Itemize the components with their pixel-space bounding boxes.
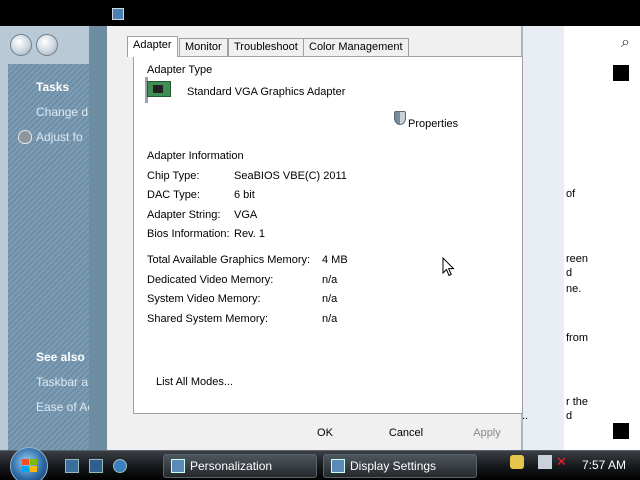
taskbar-item-label: Display Settings xyxy=(350,459,437,473)
ok-button[interactable]: OK xyxy=(288,424,362,442)
volume-muted-icon[interactable]: ✕ xyxy=(556,455,570,469)
bios-info-value: Rev. 1 xyxy=(234,228,265,240)
change-link[interactable]: Change d xyxy=(36,105,88,119)
uac-shield-icon xyxy=(394,111,406,125)
dedicated-memory-label: Dedicated Video Memory: xyxy=(147,274,274,286)
bios-info-label: Bios Information: xyxy=(147,228,230,240)
app-icon[interactable] xyxy=(112,8,124,20)
apply-button[interactable]: Apply xyxy=(450,424,524,442)
taskbar-item-personalization[interactable]: Personalization xyxy=(163,454,317,478)
list-all-modes-button[interactable]: List All Modes... xyxy=(156,376,233,388)
text-fragment: d xyxy=(566,410,573,422)
internet-explorer-icon[interactable] xyxy=(113,459,127,473)
taskbar-item-label: Personalization xyxy=(190,459,273,473)
taskbar: Personalization Display Settings ✕ 7:57 … xyxy=(0,447,640,480)
display-settings-icon xyxy=(331,459,345,473)
adapter-string-label: Adapter String: xyxy=(147,209,221,221)
cancel-button[interactable]: Cancel xyxy=(369,424,443,442)
adjust-link[interactable]: Adjust fo xyxy=(36,130,83,144)
see-also-title: See also xyxy=(36,350,85,364)
ease-of-access-link[interactable]: Ease of Ac xyxy=(36,400,93,414)
adapter-tab-panel: Adapter Type Standard VGA Graphics Adapt… xyxy=(133,56,523,414)
text-fragment: reen xyxy=(566,253,589,265)
security-shield-icon[interactable] xyxy=(510,455,524,469)
top-bar xyxy=(0,0,640,26)
text-fragment: from xyxy=(566,332,588,344)
text-fragment: d xyxy=(566,267,573,279)
tab-monitor[interactable]: Monitor xyxy=(179,38,228,56)
dedicated-memory-value: n/a xyxy=(322,274,338,286)
dac-type-value: 6 bit xyxy=(234,189,255,201)
personalization-icon xyxy=(171,459,185,473)
total-memory-value: 4 MB xyxy=(322,254,348,266)
mouse-cursor-icon xyxy=(442,257,455,277)
background-window-right: ⌕ of reen d ne. from r the d .. xyxy=(520,26,640,450)
total-memory-label: Total Available Graphics Memory: xyxy=(147,254,311,266)
desktop: Tasks Change d Adjust fo See also Taskba… xyxy=(0,0,640,480)
forward-button[interactable] xyxy=(36,34,58,56)
windows-logo-icon xyxy=(22,459,37,472)
properties-button[interactable]: Properties xyxy=(408,118,458,130)
clock[interactable]: 7:57 AM xyxy=(582,458,626,472)
adapter-name: Standard VGA Graphics Adapter xyxy=(187,86,346,98)
system-memory-label: System Video Memory: xyxy=(147,293,261,305)
chip-type-label: Chip Type: xyxy=(147,170,200,182)
start-button[interactable] xyxy=(10,447,48,480)
shared-memory-value: n/a xyxy=(322,313,338,325)
tasks-title: Tasks xyxy=(36,80,70,94)
text-fragment: ne. xyxy=(566,283,582,295)
text-fragment: r the xyxy=(566,396,589,408)
search-icon[interactable]: ⌕ xyxy=(621,34,630,52)
show-desktop-icon[interactable] xyxy=(65,459,79,473)
network-icon[interactable] xyxy=(538,455,552,469)
graphics-card-icon xyxy=(145,77,173,103)
adapter-string-value: VGA xyxy=(234,209,258,221)
system-memory-value: n/a xyxy=(322,293,338,305)
switch-windows-icon[interactable] xyxy=(89,459,103,473)
tab-color-management[interactable]: Color Management xyxy=(303,38,409,56)
adapter-properties-dialog: Adapter Monitor Troubleshoot Color Manag… xyxy=(89,26,524,450)
scroll-up-button[interactable] xyxy=(612,64,630,82)
adapter-info-heading: Adapter Information xyxy=(147,150,244,162)
tab-adapter[interactable]: Adapter xyxy=(127,36,178,57)
window-edge xyxy=(520,26,564,450)
scroll-down-button[interactable] xyxy=(612,422,630,440)
adapter-type-heading: Adapter Type xyxy=(147,64,213,76)
taskbar-item-display-settings[interactable]: Display Settings xyxy=(323,454,477,478)
text-fragment: of xyxy=(566,188,576,200)
back-button[interactable] xyxy=(10,34,32,56)
dac-type-label: DAC Type: xyxy=(147,189,200,201)
nav-buttons xyxy=(10,34,70,56)
tab-troubleshoot[interactable]: Troubleshoot xyxy=(228,38,304,56)
taskbar-link[interactable]: Taskbar a xyxy=(36,375,88,389)
shield-icon xyxy=(18,130,32,144)
chip-type-value: SeaBIOS VBE(C) 2011 xyxy=(234,170,347,182)
shared-memory-label: Shared System Memory: xyxy=(147,313,269,325)
